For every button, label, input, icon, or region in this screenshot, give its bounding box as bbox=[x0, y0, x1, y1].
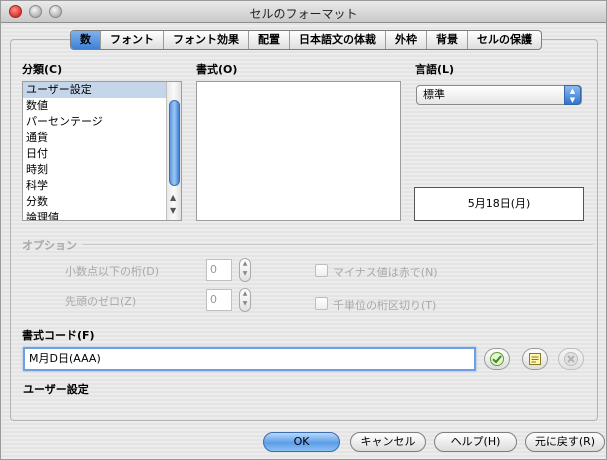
tab-borders[interactable]: 外枠 bbox=[386, 31, 427, 49]
tab-cell-protection[interactable]: セルの保護 bbox=[468, 31, 541, 49]
format-label: 書式(O) bbox=[196, 63, 238, 76]
tab-alignment[interactable]: 配置 bbox=[249, 31, 290, 49]
category-list[interactable]: ユーザー設定 数値 パーセンテージ 通貨 日付 時刻 科学 分数 論理値 ▲ ▼ bbox=[22, 81, 182, 221]
format-preview: 5月18日(月) bbox=[414, 187, 584, 221]
leading-zeros-field[interactable]: 0 bbox=[206, 289, 232, 311]
list-item[interactable]: パーセンテージ bbox=[23, 114, 181, 130]
window-title: セルのフォーマット bbox=[249, 7, 358, 21]
cancel-button[interactable]: キャンセル bbox=[350, 432, 426, 452]
thousands-separator-label: 千単位の桁区切り(T) bbox=[333, 299, 437, 312]
list-item[interactable]: 日付 bbox=[23, 146, 181, 162]
list-item[interactable]: 数値 bbox=[23, 98, 181, 114]
tab-numbers[interactable]: 数 bbox=[71, 31, 101, 49]
format-description: ユーザー設定 bbox=[23, 383, 89, 396]
note-edit-icon bbox=[529, 353, 541, 365]
negative-red-checkbox[interactable] bbox=[315, 264, 328, 277]
leading-zeros-stepper[interactable]: ▲ ▼ bbox=[239, 288, 251, 312]
options-label: オプション bbox=[22, 239, 77, 252]
list-item[interactable]: 通貨 bbox=[23, 130, 181, 146]
scroll-down-arrow-icon[interactable]: ▼ bbox=[170, 206, 176, 215]
category-label: 分類(C) bbox=[22, 63, 63, 76]
scrollbar-thumb[interactable] bbox=[169, 100, 180, 186]
format-code-label: 書式コード(F) bbox=[22, 329, 95, 342]
tab-font[interactable]: フォント bbox=[101, 31, 164, 49]
language-value: 標準 bbox=[423, 88, 445, 101]
list-item[interactable]: 科学 bbox=[23, 178, 181, 194]
decimal-places-label: 小数点以下の桁(D) bbox=[65, 265, 160, 278]
list-item[interactable]: 論理値 bbox=[23, 210, 181, 220]
format-code-input[interactable]: M月D日(AAA) bbox=[23, 347, 476, 371]
delete-x-icon bbox=[564, 352, 578, 366]
list-item[interactable]: 時刻 bbox=[23, 162, 181, 178]
ok-button[interactable]: OK bbox=[263, 432, 340, 452]
title-bar: セルのフォーマット bbox=[1, 1, 606, 23]
tab-background[interactable]: 背景 bbox=[427, 31, 468, 49]
tab-asian-typography[interactable]: 日本語文の体裁 bbox=[290, 31, 386, 49]
leading-zeros-label: 先頭のゼロ(Z) bbox=[65, 295, 137, 308]
thousands-separator-checkbox[interactable] bbox=[315, 297, 328, 310]
decimal-places-field[interactable]: 0 bbox=[206, 259, 232, 281]
tab-bar: 数 フォント フォント効果 配置 日本語文の体裁 外枠 背景 セルの保護 bbox=[70, 30, 542, 50]
decimal-places-stepper[interactable]: ▲ ▼ bbox=[239, 258, 251, 282]
updown-arrows-icon: ▲ ▼ bbox=[564, 85, 581, 105]
edit-comment-button[interactable] bbox=[522, 348, 548, 370]
language-select[interactable]: 標準 ▲ ▼ bbox=[416, 85, 582, 105]
category-scrollbar[interactable]: ▲ ▼ bbox=[166, 82, 181, 220]
dialog-window: セルのフォーマット 数 フォント フォント効果 配置 日本語文の体裁 外枠 背景… bbox=[0, 0, 607, 460]
list-item[interactable]: ユーザー設定 bbox=[23, 82, 181, 98]
help-button[interactable]: ヘルプ(H) bbox=[434, 432, 517, 452]
checkmark-icon bbox=[490, 352, 504, 366]
options-divider bbox=[83, 244, 593, 245]
accept-code-button[interactable] bbox=[484, 348, 510, 370]
list-item[interactable]: 分数 bbox=[23, 194, 181, 210]
format-list[interactable] bbox=[196, 81, 401, 221]
scroll-up-arrow-icon[interactable]: ▲ bbox=[170, 193, 176, 202]
delete-code-button[interactable] bbox=[558, 348, 584, 370]
negative-red-label: マイナス値は赤で(N) bbox=[333, 266, 438, 279]
tab-font-effects[interactable]: フォント効果 bbox=[164, 31, 249, 49]
reset-button[interactable]: 元に戻す(R) bbox=[525, 432, 605, 452]
language-label: 言語(L) bbox=[415, 63, 455, 76]
